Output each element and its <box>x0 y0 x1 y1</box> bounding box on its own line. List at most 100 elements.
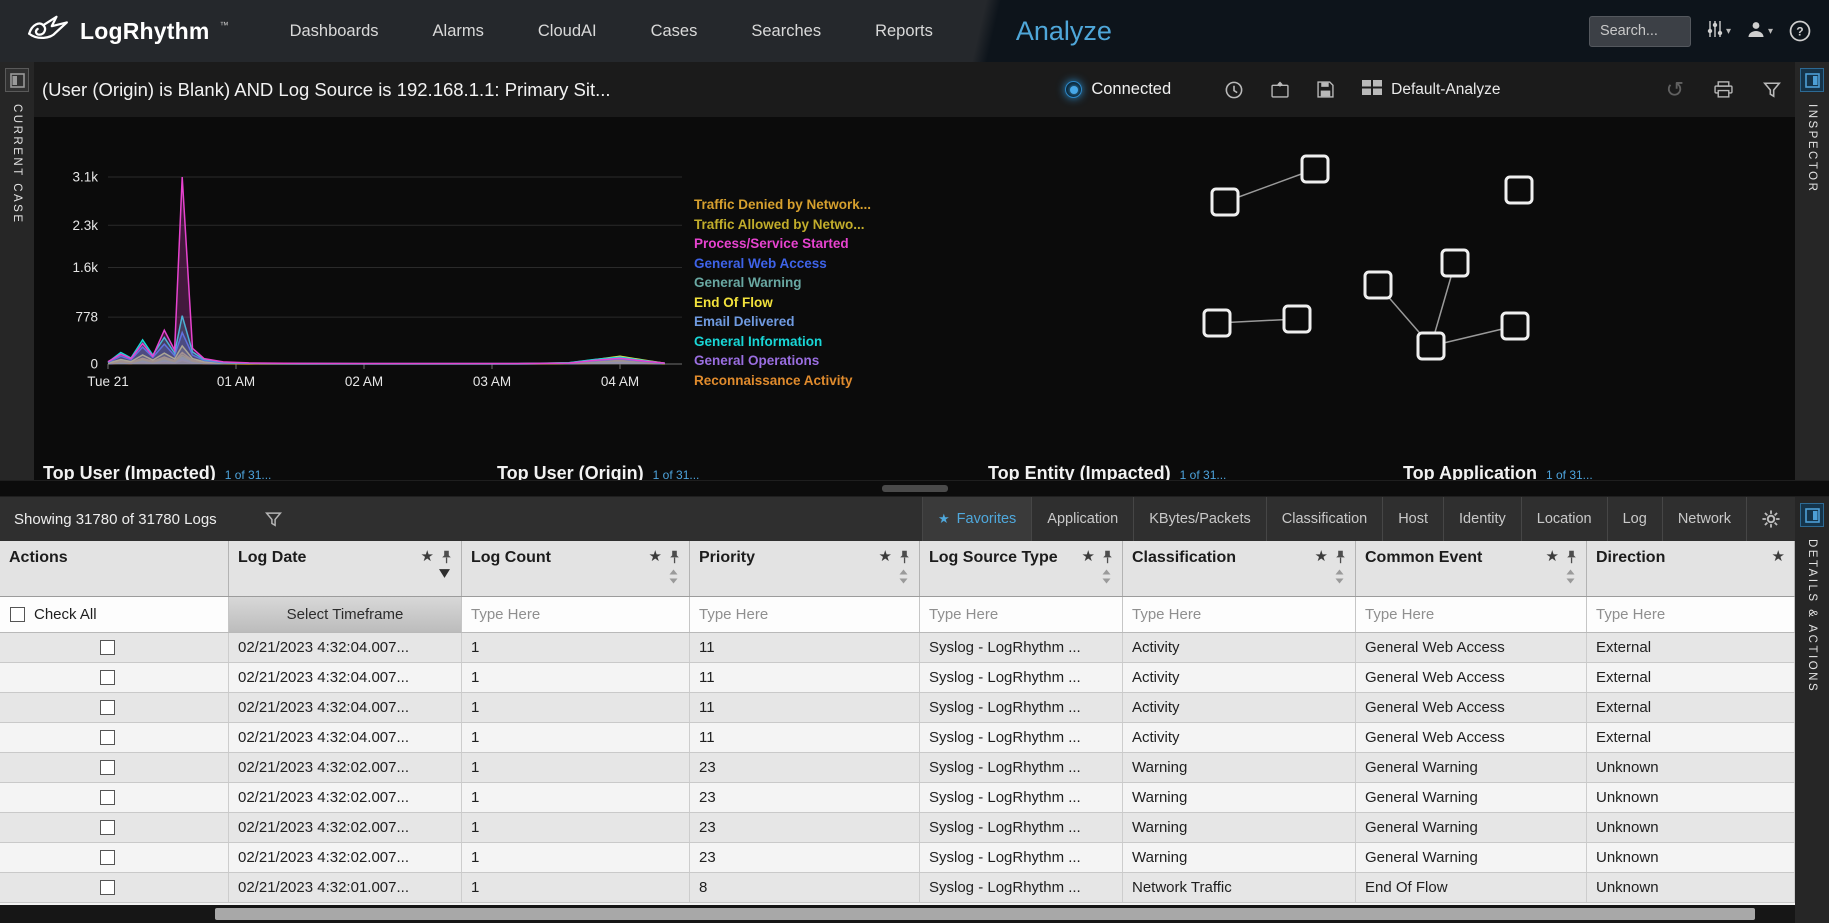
grid-tab-location[interactable]: Location <box>1521 497 1607 541</box>
filter-input-log-source-type[interactable]: Type Here <box>920 597 1123 632</box>
filter-input-classification[interactable]: Type Here <box>1123 597 1356 632</box>
column-header-common-event[interactable]: Common Event★ <box>1356 541 1587 596</box>
pin-column-icon[interactable] <box>899 550 910 564</box>
filter-input-common-event[interactable]: Type Here <box>1356 597 1587 632</box>
details-actions-toggle-icon[interactable] <box>1800 503 1824 527</box>
brand[interactable]: LogRhythm ™ <box>0 13 263 50</box>
print-icon[interactable] <box>1714 81 1733 98</box>
sort-desc-icon[interactable] <box>439 569 450 578</box>
widget-meta[interactable]: 1 of 31... <box>653 468 700 480</box>
column-header-log-source-type[interactable]: Log Source Type★ <box>920 541 1123 596</box>
row-checkbox[interactable] <box>100 730 115 745</box>
favorite-column-icon[interactable]: ★ <box>649 549 662 564</box>
nav-item-dashboards[interactable]: Dashboards <box>263 22 406 41</box>
grid-settings-gear-icon[interactable] <box>1746 497 1795 541</box>
undo-icon[interactable]: ↺ <box>1666 79 1684 101</box>
favorite-column-icon[interactable]: ★ <box>1315 549 1328 564</box>
grid-tab-identity[interactable]: Identity <box>1443 497 1521 541</box>
grid-tab-favorites[interactable]: ★Favorites <box>922 497 1031 541</box>
help-icon[interactable]: ? <box>1789 20 1811 42</box>
nav-item-searches[interactable]: Searches <box>724 22 848 41</box>
select-timeframe-button[interactable]: Select Timeframe <box>229 597 461 632</box>
sort-toggle-icon[interactable] <box>1102 569 1111 584</box>
table-row[interactable]: 02/21/2023 4:32:01.007...18Syslog - LogR… <box>0 873 1795 903</box>
graph-node[interactable] <box>1418 333 1444 359</box>
row-checkbox[interactable] <box>100 880 115 895</box>
graph-node[interactable] <box>1204 310 1230 336</box>
column-header-direction[interactable]: Direction★ <box>1587 541 1795 596</box>
widget-meta[interactable]: 1 of 31... <box>1546 468 1593 480</box>
row-checkbox[interactable] <box>100 850 115 865</box>
favorite-column-icon[interactable]: ★ <box>421 549 434 564</box>
current-case-toggle-icon[interactable] <box>5 68 29 92</box>
filter-input-priority[interactable]: Type Here <box>690 597 920 632</box>
user-menu[interactable]: ▾ <box>1747 20 1773 43</box>
table-row[interactable]: 02/21/2023 4:32:04.007...111Syslog - Log… <box>0 633 1795 663</box>
sort-toggle-icon[interactable] <box>1566 569 1575 584</box>
events-over-time-chart[interactable]: 07781.6k2.3k3.1kTue 2101 AM02 AM03 AM04 … <box>46 123 696 408</box>
row-checkbox[interactable] <box>100 640 115 655</box>
splitter-handle-icon[interactable] <box>882 485 948 492</box>
legend-item-traffic-denied-by-network[interactable]: Traffic Denied by Network... <box>694 195 871 215</box>
widget-meta[interactable]: 1 of 31... <box>1180 468 1227 480</box>
row-checkbox[interactable] <box>100 700 115 715</box>
widget-meta[interactable]: 1 of 31... <box>225 468 272 480</box>
horizontal-scrollbar[interactable] <box>0 905 1795 923</box>
column-header-log-count[interactable]: Log Count★ <box>462 541 690 596</box>
search-input[interactable] <box>1589 16 1691 47</box>
table-row[interactable]: 02/21/2023 4:32:04.007...111Syslog - Log… <box>0 693 1795 723</box>
column-header-classification[interactable]: Classification★ <box>1123 541 1356 596</box>
time-range-icon[interactable] <box>1225 81 1243 99</box>
graph-node[interactable] <box>1284 306 1310 332</box>
nav-item-alarms[interactable]: Alarms <box>406 22 511 41</box>
scrollbar-handle[interactable] <box>215 908 1755 920</box>
table-row[interactable]: 02/21/2023 4:32:02.007...123Syslog - Log… <box>0 813 1795 843</box>
legend-item-email-delivered[interactable]: Email Delivered <box>694 312 871 332</box>
grid-tab-kbytes-packets[interactable]: KBytes/Packets <box>1133 497 1266 541</box>
row-checkbox[interactable] <box>100 760 115 775</box>
grid-tab-classification[interactable]: Classification <box>1266 497 1382 541</box>
graph-node[interactable] <box>1212 189 1238 215</box>
favorite-column-icon[interactable]: ★ <box>1082 549 1095 564</box>
save-layout-icon[interactable] <box>1317 81 1334 98</box>
pin-board-icon[interactable] <box>1271 81 1289 98</box>
row-checkbox[interactable] <box>100 790 115 805</box>
legend-item-traffic-allowed-by-netwo[interactable]: Traffic Allowed by Netwo... <box>694 215 871 235</box>
sort-toggle-icon[interactable] <box>899 569 908 584</box>
layout-selector[interactable]: Default-Analyze <box>1362 80 1500 100</box>
nav-item-cloudai[interactable]: CloudAI <box>511 22 624 41</box>
pin-column-icon[interactable] <box>1566 550 1577 564</box>
nav-item-analyze-active[interactable]: Analyze <box>1006 16 1122 47</box>
entity-relationship-graph[interactable] <box>1184 121 1564 401</box>
legend-item-process-service-started[interactable]: Process/Service Started <box>694 234 871 254</box>
grid-tab-network[interactable]: Network <box>1662 497 1746 541</box>
graph-node[interactable] <box>1365 272 1391 298</box>
graph-node[interactable] <box>1302 156 1328 182</box>
sort-toggle-icon[interactable] <box>669 569 678 584</box>
table-row[interactable]: 02/21/2023 4:32:02.007...123Syslog - Log… <box>0 843 1795 873</box>
legend-item-reconnaissance-activity[interactable]: Reconnaissance Activity <box>694 371 871 391</box>
pin-column-icon[interactable] <box>669 550 680 564</box>
panel-splitter[interactable] <box>0 480 1829 497</box>
graph-node[interactable] <box>1506 177 1532 203</box>
table-row[interactable]: 02/21/2023 4:32:04.007...111Syslog - Log… <box>0 723 1795 753</box>
filter-input-log-count[interactable]: Type Here <box>462 597 690 632</box>
graph-node[interactable] <box>1442 250 1468 276</box>
legend-item-general-information[interactable]: General Information <box>694 332 871 352</box>
legend-item-end-of-flow[interactable]: End Of Flow <box>694 293 871 313</box>
legend-item-general-web-access[interactable]: General Web Access <box>694 254 871 274</box>
pin-column-icon[interactable] <box>1335 550 1346 564</box>
sort-toggle-icon[interactable] <box>1335 569 1344 584</box>
row-checkbox[interactable] <box>100 670 115 685</box>
filter-options-menu[interactable]: ▾ <box>1707 20 1731 43</box>
check-all-checkbox[interactable] <box>10 607 25 622</box>
favorite-column-icon[interactable]: ★ <box>1772 549 1785 564</box>
grid-tab-host[interactable]: Host <box>1382 497 1443 541</box>
table-row[interactable]: 02/21/2023 4:32:02.007...123Syslog - Log… <box>0 753 1795 783</box>
legend-item-general-warning[interactable]: General Warning <box>694 273 871 293</box>
pin-column-icon[interactable] <box>1102 550 1113 564</box>
column-header-log-date[interactable]: Log Date★ <box>229 541 462 596</box>
grid-tab-log[interactable]: Log <box>1607 497 1662 541</box>
table-row[interactable]: 02/21/2023 4:32:04.007...111Syslog - Log… <box>0 663 1795 693</box>
legend-item-general-operations[interactable]: General Operations <box>694 351 871 371</box>
